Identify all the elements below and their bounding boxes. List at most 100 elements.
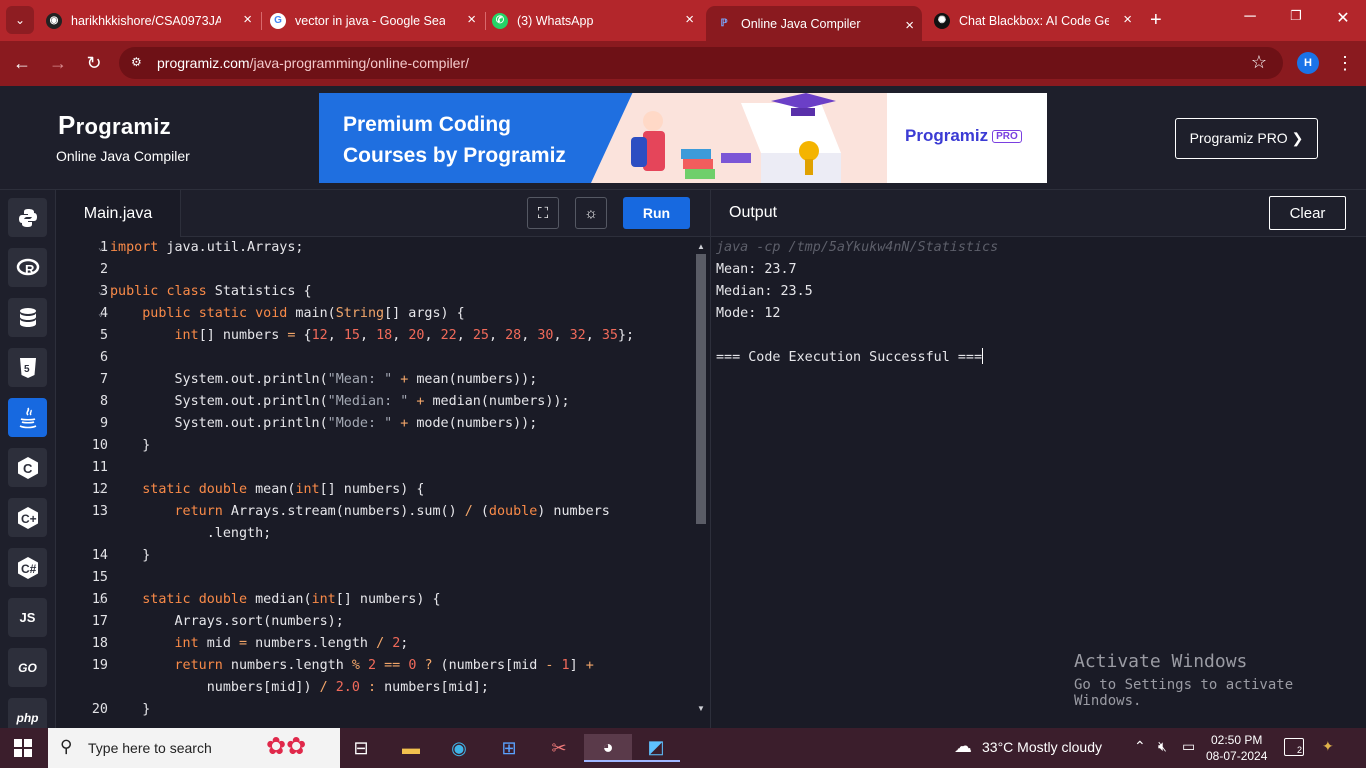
close-icon[interactable]: × <box>685 12 694 28</box>
address-bar[interactable]: ⚙ programiz.com/java-programming/online-… <box>119 47 1283 79</box>
search-highlight-flower-icon: ✿✿ <box>266 733 307 760</box>
banner-brand: Programiz PRO <box>905 126 1022 146</box>
editor-scrollbar[interactable]: ▲ ▼ <box>694 240 708 716</box>
programiz-logo[interactable]: Programiz <box>58 110 171 141</box>
browser-tab-whatsapp[interactable]: ✆ (3) WhatsApp × <box>492 0 702 41</box>
theme-toggle-icon[interactable]: ☼ <box>575 197 607 229</box>
task-view-icon[interactable]: ⊟ <box>344 734 378 762</box>
line-number: 20 <box>91 702 108 717</box>
run-button[interactable]: Run <box>623 197 690 229</box>
sql-icon[interactable] <box>8 298 47 337</box>
scroll-down-icon[interactable]: ▼ <box>697 704 705 713</box>
store-icon[interactable]: ⊞ <box>492 734 526 762</box>
html5-icon[interactable]: 5 <box>8 348 47 387</box>
line-number: 8 <box>99 394 108 409</box>
notification-center-icon[interactable]: 2 <box>1284 738 1304 756</box>
snipping-tool-icon[interactable]: ✂ <box>542 734 576 762</box>
tab-search-button[interactable]: ⌄ <box>6 6 34 34</box>
browser-tab-google[interactable]: G vector in java - Google Search × <box>270 0 484 41</box>
site-info-icon[interactable]: ⚙ <box>131 55 147 71</box>
code-editor[interactable]: 1 2 3 4 5 6 7 8 9 10 11 12 13 14 15 16 1… <box>56 237 710 728</box>
browser-tab-blackbox[interactable]: ✺ Chat Blackbox: AI Code Generation × <box>934 0 1140 41</box>
close-icon[interactable]: × <box>905 18 914 34</box>
new-tab-button[interactable]: + <box>1150 10 1162 30</box>
line-number: 13 <box>91 504 108 519</box>
output-command: java -cp /tmp/5aYkukw4nN/Statistics <box>716 240 999 255</box>
minimize-icon[interactable]: ─ <box>1238 8 1262 26</box>
profile-avatar[interactable]: H <box>1297 52 1319 74</box>
code-line: public static void main(String[] args) { <box>142 306 465 321</box>
browser-tab-programiz[interactable]: ℙ Online Java Compiler × <box>706 6 922 41</box>
tab-divider <box>261 12 262 30</box>
svg-text:C: C <box>23 461 33 476</box>
windows-start-icon[interactable] <box>14 739 32 757</box>
weather-widget[interactable]: ☁ 33°C Mostly cloudy <box>954 736 1102 757</box>
line-number: 11 <box>91 460 108 475</box>
close-icon[interactable]: × <box>1123 12 1132 28</box>
line-number: 18 <box>91 636 108 651</box>
browser-menu-icon[interactable]: ⋮ <box>1336 52 1354 74</box>
fold-arrow-icon[interactable]: ⌄ <box>98 303 103 325</box>
r-icon[interactable]: R <box>8 248 47 287</box>
promo-banner[interactable]: Premium Coding Courses by Programiz Prog… <box>319 93 1047 183</box>
chrome-taskbar-icon[interactable]: ◕ <box>584 734 632 762</box>
tab-divider <box>485 12 486 30</box>
reload-icon[interactable]: ↻ <box>83 52 105 74</box>
file-tab-main-java[interactable]: Main.java <box>56 190 181 237</box>
line-number: 6 <box>99 350 108 365</box>
line-number: 15 <box>91 570 108 585</box>
javascript-icon[interactable]: JS <box>8 598 47 637</box>
fold-arrow-icon[interactable]: ⌄ <box>98 589 103 611</box>
forward-icon[interactable]: → <box>47 52 69 74</box>
taskbar-search[interactable]: ⚲ Type here to search ✿✿ <box>48 728 340 768</box>
code-line: } <box>110 702 151 717</box>
window-close-icon[interactable]: ✕ <box>1331 8 1355 28</box>
line-number: 9 <box>99 416 108 431</box>
scroll-up-icon[interactable]: ▲ <box>697 242 705 251</box>
page-subtitle: Online Java Compiler <box>56 148 190 164</box>
output-console[interactable]: java -cp /tmp/5aYkukw4nN/Statistics Mean… <box>710 237 1366 728</box>
battery-icon[interactable]: ▭ <box>1182 738 1195 755</box>
fold-arrow-icon[interactable]: ⌄ <box>98 479 103 501</box>
line-number: 19 <box>91 658 108 673</box>
scrollbar-thumb[interactable] <box>696 254 706 524</box>
close-icon[interactable]: × <box>243 12 252 28</box>
go-icon[interactable]: GO <box>8 648 47 687</box>
close-icon[interactable]: × <box>467 12 476 28</box>
fold-arrow-icon[interactable]: ⌄ <box>98 281 103 303</box>
python-icon[interactable] <box>8 198 47 237</box>
line-number: 10 <box>91 438 108 453</box>
tray-chevron-icon[interactable]: ⌃ <box>1134 738 1146 755</box>
copilot-icon[interactable]: ✦ <box>1322 738 1334 755</box>
programiz-pro-button[interactable]: Programiz PRO ❯ <box>1175 118 1318 159</box>
code-line: int[] numbers = {12, 15, 18, 20, 22, 25,… <box>174 328 635 343</box>
back-icon[interactable]: ← <box>11 52 33 74</box>
fullscreen-icon[interactable]: ⛶ <box>527 197 559 229</box>
whatsapp-icon: ✆ <box>492 12 508 29</box>
restore-icon[interactable]: ❐ <box>1284 8 1308 24</box>
java-icon[interactable] <box>8 398 47 437</box>
csharp-icon[interactable]: C# <box>8 548 47 587</box>
code-line: System.out.println("Mean: " + mean(numbe… <box>110 372 538 387</box>
file-explorer-icon[interactable]: ▬ <box>394 734 428 762</box>
site-header: Programiz Online Java Compiler Premium C… <box>0 86 1366 190</box>
clear-button[interactable]: Clear <box>1269 196 1346 230</box>
bookmark-star-icon[interactable]: ☆ <box>1251 52 1267 73</box>
cpp-icon[interactable]: C+ <box>8 498 47 537</box>
banner-text: Premium Coding Courses by Programiz <box>343 113 566 167</box>
browser-tab-github[interactable]: ◉ harikhkkishore/CSA0973JAVA × <box>46 0 260 41</box>
edge-icon[interactable]: ◉ <box>442 734 476 762</box>
activate-windows-subtitle: Go to Settings to activate Windows. <box>1074 677 1294 709</box>
code-line: } <box>110 548 151 563</box>
windows-taskbar: ⚲ Type here to search ✿✿ ⊟ ▬ ◉ ⊞ ✂ ◕ ◩ ☁… <box>0 728 1366 768</box>
speaker-muted-icon[interactable]: 🔇︎ <box>1158 738 1167 755</box>
code-line: import java.util.Arrays; <box>110 240 304 255</box>
code-line: public class Statistics { <box>110 284 312 299</box>
paint-app-icon[interactable]: ◩ <box>632 734 680 762</box>
c-icon[interactable]: C <box>8 448 47 487</box>
browser-toolbar: ← → ↻ ⚙ programiz.com/java-programming/o… <box>0 41 1366 86</box>
fold-arrow-icon[interactable]: ⌄ <box>98 237 103 259</box>
url-text[interactable]: programiz.com/java-programming/online-co… <box>157 55 469 71</box>
system-clock[interactable]: 02:50 PM 08-07-2024 <box>1206 732 1267 764</box>
google-icon: G <box>270 12 286 29</box>
